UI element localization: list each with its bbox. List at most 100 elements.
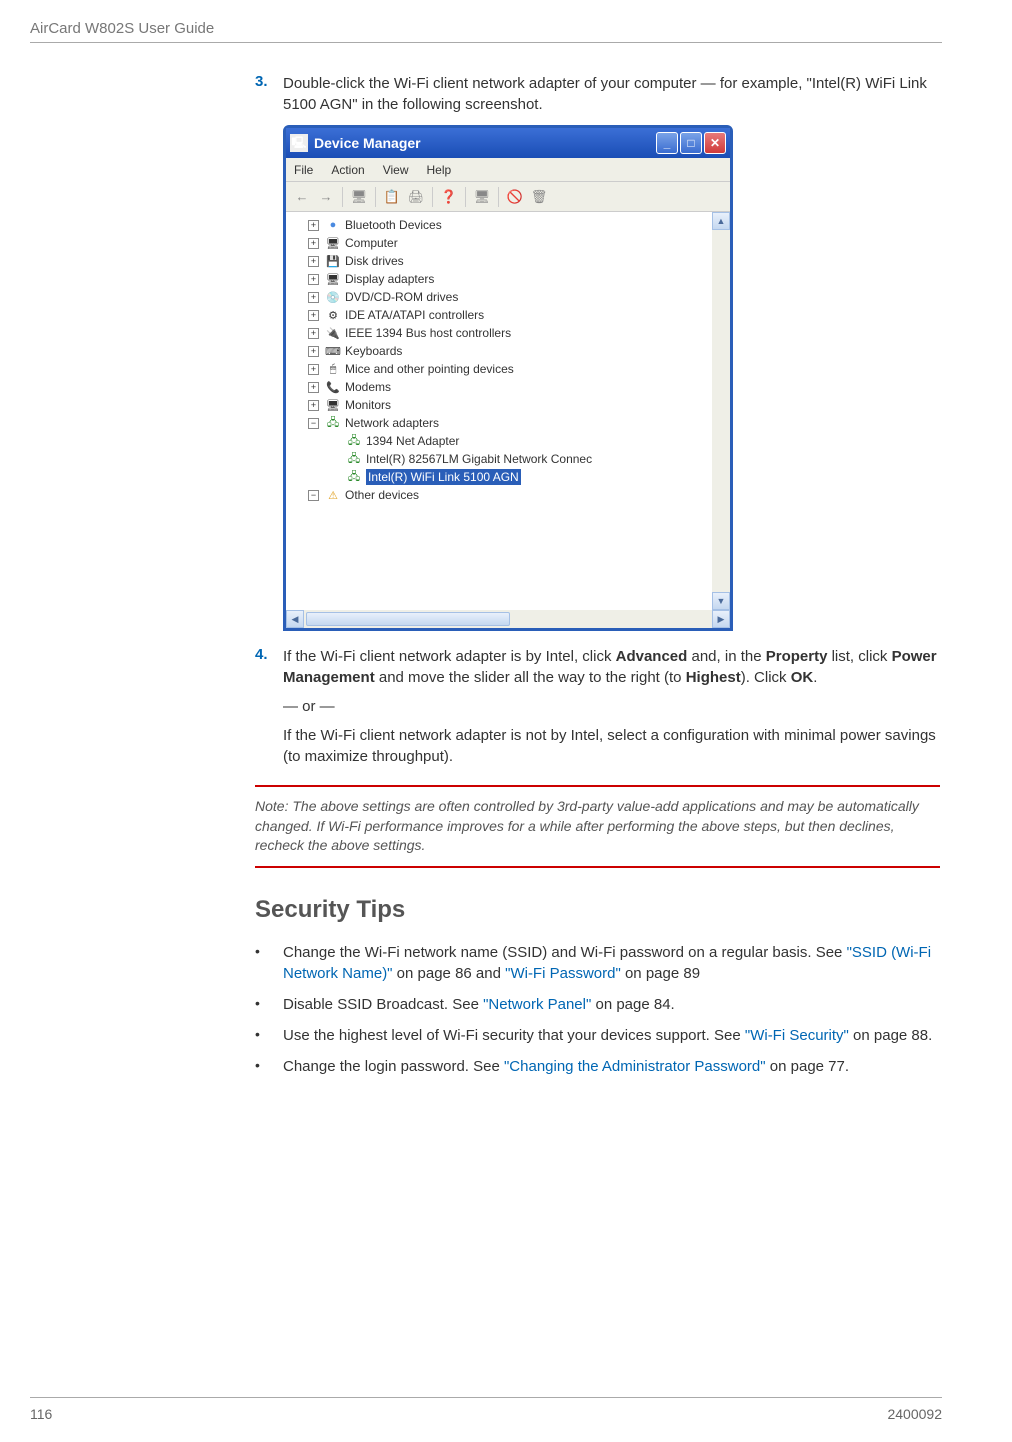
bullet-1-text: Change the Wi-Fi network name (SSID) and…: [283, 942, 940, 984]
tree-row-bluetooth[interactable]: + ● Bluetooth Devices: [288, 216, 710, 234]
menu-view[interactable]: View: [383, 163, 409, 177]
tree-row-disk[interactable]: + 💾 Disk drives: [288, 252, 710, 270]
close-button[interactable]: ✕: [704, 132, 726, 154]
expand-icon[interactable]: +: [308, 400, 319, 411]
device-manager-screenshot: 🖳 Device Manager _ □ ✕ File Action View …: [283, 125, 940, 631]
tree-row-network[interactable]: − 🖧 Network adapters: [288, 414, 710, 432]
tree-row-net2[interactable]: 🖧 Intel(R) 82567LM Gigabit Network Conne…: [288, 450, 710, 468]
scan-icon[interactable]: 🖥: [472, 187, 492, 207]
tree-row-mice[interactable]: + 🖱 Mice and other pointing devices: [288, 360, 710, 378]
expand-icon[interactable]: +: [308, 256, 319, 267]
back-icon[interactable]: ←: [292, 187, 312, 207]
tree-row-keyboards[interactable]: + ⌨ Keyboards: [288, 342, 710, 360]
adapter-icon: 🖧: [346, 452, 362, 466]
tree-label: Disk drives: [345, 254, 404, 268]
print-icon[interactable]: 🖨: [406, 187, 426, 207]
properties-icon[interactable]: 📋: [382, 187, 402, 207]
scroll-thumb[interactable]: [306, 612, 510, 626]
menu-file[interactable]: File: [294, 163, 313, 177]
tree-row-ieee[interactable]: + 🔌 IEEE 1394 Bus host controllers: [288, 324, 710, 342]
device-manager-window: 🖳 Device Manager _ □ ✕ File Action View …: [283, 125, 733, 631]
expand-icon[interactable]: +: [308, 310, 319, 321]
scroll-up-icon[interactable]: ▲: [712, 212, 730, 230]
minimize-button[interactable]: _: [656, 132, 678, 154]
link-admin-password[interactable]: "Changing the Administrator Password": [504, 1058, 766, 1075]
window-icon: 🖳: [290, 134, 308, 152]
tree-row-net1[interactable]: 🖧 1394 Net Adapter: [288, 432, 710, 450]
link-wifi-security[interactable]: "Wi-Fi Security": [745, 1027, 849, 1044]
forward-icon[interactable]: →: [316, 187, 336, 207]
uninstall-icon[interactable]: 🗑: [529, 187, 549, 207]
scroll-h-track[interactable]: [304, 610, 712, 628]
scroll-left-icon[interactable]: ◀: [286, 610, 304, 628]
tree-label: IDE ATA/ATAPI controllers: [345, 308, 484, 322]
modem-icon: 📞: [325, 380, 341, 394]
header-divider: [30, 42, 942, 43]
expand-icon[interactable]: +: [308, 328, 319, 339]
step-4: 4. If the Wi-Fi client network adapter i…: [255, 646, 940, 688]
tree-label: Other devices: [345, 488, 419, 502]
expand-icon[interactable]: +: [308, 382, 319, 393]
horizontal-scrollbar[interactable]: ◀ ▶: [286, 610, 730, 628]
tree-label: Display adapters: [345, 272, 434, 286]
expand-icon[interactable]: +: [308, 292, 319, 303]
toolbar-separator: [375, 187, 376, 207]
bullet-4: • Change the login password. See "Changi…: [255, 1056, 940, 1077]
collapse-icon[interactable]: −: [308, 418, 319, 429]
tree-row-ide[interactable]: + ⚙ IDE ATA/ATAPI controllers: [288, 306, 710, 324]
expand-icon[interactable]: +: [308, 274, 319, 285]
scroll-down-icon[interactable]: ▼: [712, 592, 730, 610]
maximize-button[interactable]: □: [680, 132, 702, 154]
tree-row-net3[interactable]: 🖧 Intel(R) WiFi Link 5100 AGN: [288, 468, 710, 486]
adapter-icon: 🖧: [346, 434, 362, 448]
device-tree[interactable]: + ● Bluetooth Devices + 🖥 Computer + 💾 D…: [286, 212, 712, 610]
step-4-text: If the Wi-Fi client network adapter is b…: [283, 646, 940, 688]
tree-row-other[interactable]: − ⚠ Other devices: [288, 486, 710, 504]
tree-label: Keyboards: [345, 344, 402, 358]
tree-row-display[interactable]: + 🖥 Display adapters: [288, 270, 710, 288]
bluetooth-icon: ●: [325, 218, 341, 232]
menu-action[interactable]: Action: [331, 163, 364, 177]
expand-icon[interactable]: +: [308, 220, 319, 231]
collapse-icon[interactable]: −: [308, 490, 319, 501]
disable-icon[interactable]: 🚫: [505, 187, 525, 207]
bullet-icon: •: [255, 1056, 283, 1077]
toolbar: ← → 🖥 📋 🖨 ❓ 🖥 🚫 🗑: [286, 182, 730, 212]
step-4-or: — or —: [283, 696, 940, 717]
monitor-icon: 🖥: [325, 398, 341, 412]
devices-icon[interactable]: 🖥: [349, 187, 369, 207]
tree-row-computer[interactable]: + 🖥 Computer: [288, 234, 710, 252]
expand-icon[interactable]: +: [308, 346, 319, 357]
adapter-icon: 🖧: [346, 470, 362, 484]
tree-row-dvd[interactable]: + 💿 DVD/CD-ROM drives: [288, 288, 710, 306]
help-icon[interactable]: ❓: [439, 187, 459, 207]
network-icon: 🖧: [325, 416, 341, 430]
toolbar-separator: [498, 187, 499, 207]
tree-label-selected: Intel(R) WiFi Link 5100 AGN: [366, 469, 521, 485]
tree-label: Monitors: [345, 398, 391, 412]
display-icon: 🖥: [325, 272, 341, 286]
expand-icon[interactable]: +: [308, 364, 319, 375]
tree-label: 1394 Net Adapter: [366, 434, 459, 448]
note-box: Note: The above settings are often contr…: [255, 785, 940, 868]
vertical-scrollbar[interactable]: ▲ ▼: [712, 212, 730, 610]
tree-label: Bluetooth Devices: [345, 218, 442, 232]
bullet-icon: •: [255, 1025, 283, 1046]
link-wifi-password[interactable]: "Wi-Fi Password": [505, 965, 621, 982]
window-buttons: _ □ ✕: [656, 132, 726, 154]
keyboard-icon: ⌨: [325, 344, 341, 358]
step-3-text: Double-click the Wi-Fi client network ad…: [283, 73, 940, 115]
toolbar-separator: [342, 187, 343, 207]
expand-icon[interactable]: +: [308, 238, 319, 249]
mouse-icon: 🖱: [325, 362, 341, 376]
bullet-1: • Change the Wi-Fi network name (SSID) a…: [255, 942, 940, 984]
scroll-track[interactable]: [712, 230, 730, 592]
step-3: 3. Double-click the Wi-Fi client network…: [255, 73, 940, 115]
menu-help[interactable]: Help: [427, 163, 452, 177]
header-title: AirCard W802S User Guide: [30, 20, 942, 37]
tree-row-modems[interactable]: + 📞 Modems: [288, 378, 710, 396]
scroll-right-icon[interactable]: ▶: [712, 610, 730, 628]
tree-label: Computer: [345, 236, 398, 250]
tree-row-monitors[interactable]: + 🖥 Monitors: [288, 396, 710, 414]
link-network-panel[interactable]: "Network Panel": [483, 996, 591, 1013]
